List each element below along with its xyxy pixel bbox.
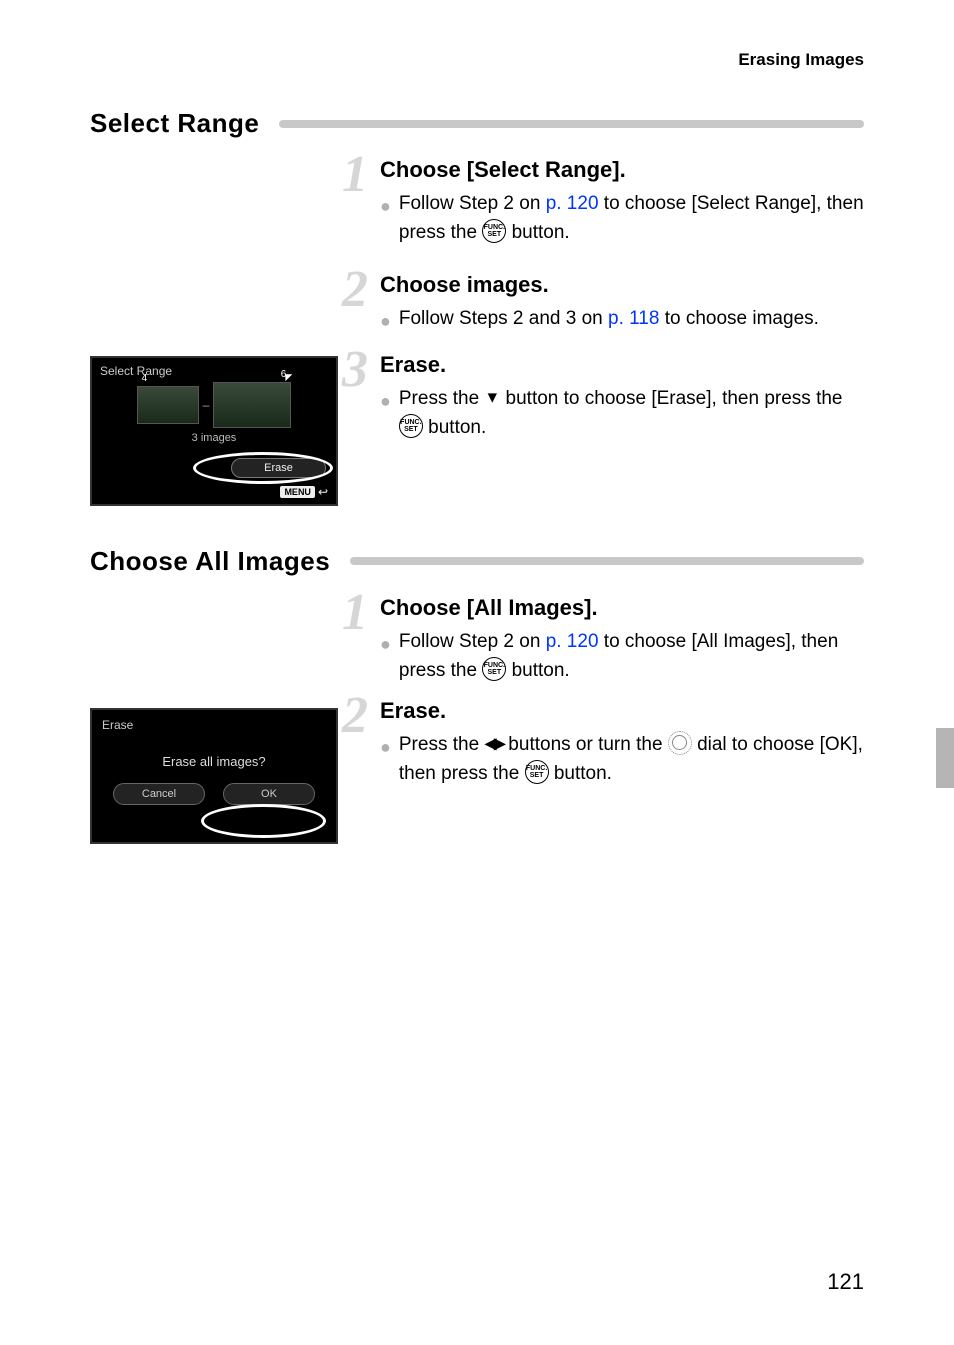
cam-title: Erase <box>92 710 336 736</box>
cam-erase-button: Erase <box>231 458 326 478</box>
func-set-icon: FUNC.SET <box>525 760 549 784</box>
step-number: 3 <box>342 340 368 399</box>
bullet-icon: ● <box>380 734 391 762</box>
cam-title: Select Range <box>92 358 336 380</box>
camera-screenshot-erase-all: Erase Erase all images? Cancel OK <box>90 708 338 844</box>
bullet-icon: ● <box>380 193 391 221</box>
step-body: Press the ▼ button to choose [Erase], th… <box>399 384 864 443</box>
section-heading-choose-all-images: Choose All Images <box>90 546 330 577</box>
running-header: Erasing Images <box>738 50 864 70</box>
step-title: Erase. <box>380 698 864 724</box>
step-body: Follow Step 2 on p. 120 to choose [All I… <box>399 627 864 686</box>
control-dial-icon <box>668 731 692 755</box>
step-number: 1 <box>342 583 368 642</box>
heading-rule <box>350 557 864 565</box>
range-dash: – <box>203 398 210 412</box>
cam-thumb-left: 4 <box>137 386 199 424</box>
func-set-icon: FUNC.SET <box>482 219 506 243</box>
step-number: 2 <box>342 686 368 745</box>
bullet-icon: ● <box>380 631 391 659</box>
step-title: Choose [All Images]. <box>380 595 864 621</box>
page-link[interactable]: p. 120 <box>546 193 599 214</box>
camera-screenshot-select-range: Select Range 4 – 6 ◤ 3 images Erase MENU… <box>90 356 338 506</box>
step-body: Follow Steps 2 and 3 on p. 118 to choose… <box>399 304 864 333</box>
page-link[interactable]: p. 120 <box>546 631 599 652</box>
page-number: 121 <box>827 1269 864 1295</box>
return-icon: ↩ <box>318 485 328 499</box>
step-number: 1 <box>342 145 368 204</box>
bullet-icon: ● <box>380 308 391 336</box>
step-title: Choose images. <box>380 272 864 298</box>
step-body: Press the ◀▶ buttons or turn the dial to… <box>399 730 864 789</box>
cam-thumb-tick: ◤ <box>285 372 292 383</box>
func-set-icon: FUNC.SET <box>482 657 506 681</box>
step-number: 2 <box>342 260 368 319</box>
bullet-icon: ● <box>380 388 391 416</box>
cam-cancel-button: Cancel <box>113 783 205 805</box>
cam-count: 3 images <box>92 430 336 448</box>
func-set-icon: FUNC.SET <box>399 414 423 438</box>
step-body: Follow Step 2 on p. 120 to choose [Selec… <box>399 189 864 248</box>
left-right-arrow-icon: ◀▶ <box>484 735 503 752</box>
section-heading-select-range: Select Range <box>90 108 259 139</box>
step-title: Erase. <box>380 352 864 378</box>
cam-question: Erase all images? <box>92 736 336 783</box>
section-tab-indicator <box>936 728 954 788</box>
cam-ok-button: OK <box>223 783 315 805</box>
cam-thumb-number: 4 <box>142 373 148 384</box>
down-arrow-icon: ▼ <box>484 389 500 406</box>
step-title: Choose [Select Range]. <box>380 157 864 183</box>
page-link[interactable]: p. 118 <box>608 308 659 329</box>
heading-rule <box>279 120 864 128</box>
cam-menu-badge: MENU <box>280 486 315 498</box>
cam-thumb-right: 6 ◤ <box>213 382 291 428</box>
